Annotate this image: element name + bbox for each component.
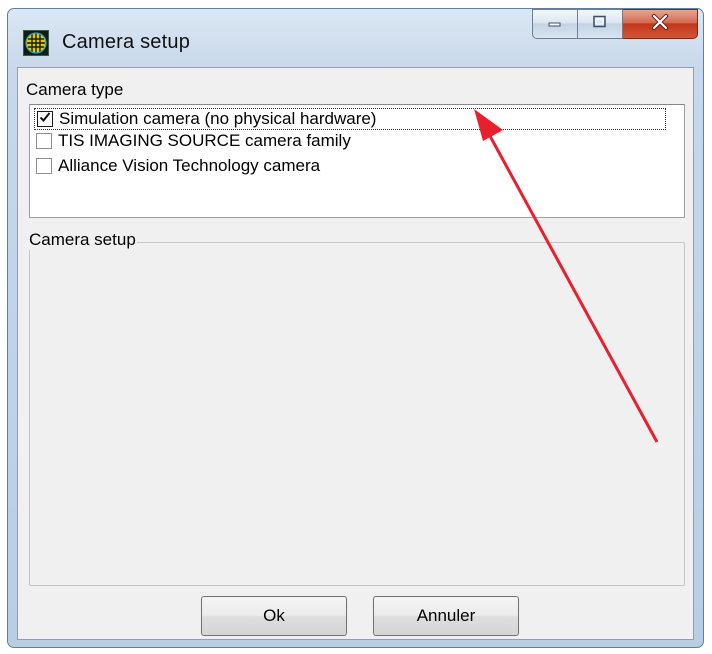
maximize-icon bbox=[592, 15, 608, 34]
dialog-window: Camera setup Camera type Simulation came… bbox=[7, 8, 704, 648]
list-item[interactable]: Alliance Vision Technology camera bbox=[34, 155, 320, 177]
list-item-label: Alliance Vision Technology camera bbox=[58, 156, 321, 175]
ok-button[interactable]: Ok bbox=[201, 596, 347, 636]
close-icon bbox=[651, 13, 669, 35]
cancel-button[interactable]: Annuler bbox=[373, 596, 519, 636]
camera-grid-icon[interactable] bbox=[23, 30, 49, 56]
camera-setup-groupbox bbox=[29, 242, 685, 586]
list-item-label: TIS IMAGING SOURCE camera family bbox=[58, 131, 351, 150]
checkbox-checked[interactable] bbox=[37, 111, 53, 127]
camera-type-list[interactable]: Simulation camera (no physical hardware)… bbox=[29, 104, 685, 218]
close-button[interactable] bbox=[623, 9, 698, 39]
list-item-label: Simulation camera (no physical hardware) bbox=[59, 109, 377, 128]
title-bar[interactable]: Camera setup bbox=[8, 9, 703, 67]
minimize-icon bbox=[547, 15, 563, 33]
maximize-button[interactable] bbox=[578, 9, 623, 39]
dialog-client-area: Camera type Simulation camera (no physic… bbox=[17, 67, 694, 640]
camera-setup-group-title: Camera setup bbox=[28, 230, 137, 250]
list-item[interactable]: Simulation camera (no physical hardware) bbox=[34, 108, 666, 130]
window-controls bbox=[532, 9, 698, 47]
checkmark-icon bbox=[39, 110, 51, 128]
list-item[interactable]: TIS IMAGING SOURCE camera family bbox=[34, 130, 351, 152]
checkbox[interactable] bbox=[36, 133, 52, 149]
checkbox[interactable] bbox=[36, 158, 52, 174]
camera-type-label: Camera type bbox=[26, 80, 124, 99]
window-title: Camera setup bbox=[62, 31, 191, 53]
minimize-button[interactable] bbox=[532, 9, 578, 39]
